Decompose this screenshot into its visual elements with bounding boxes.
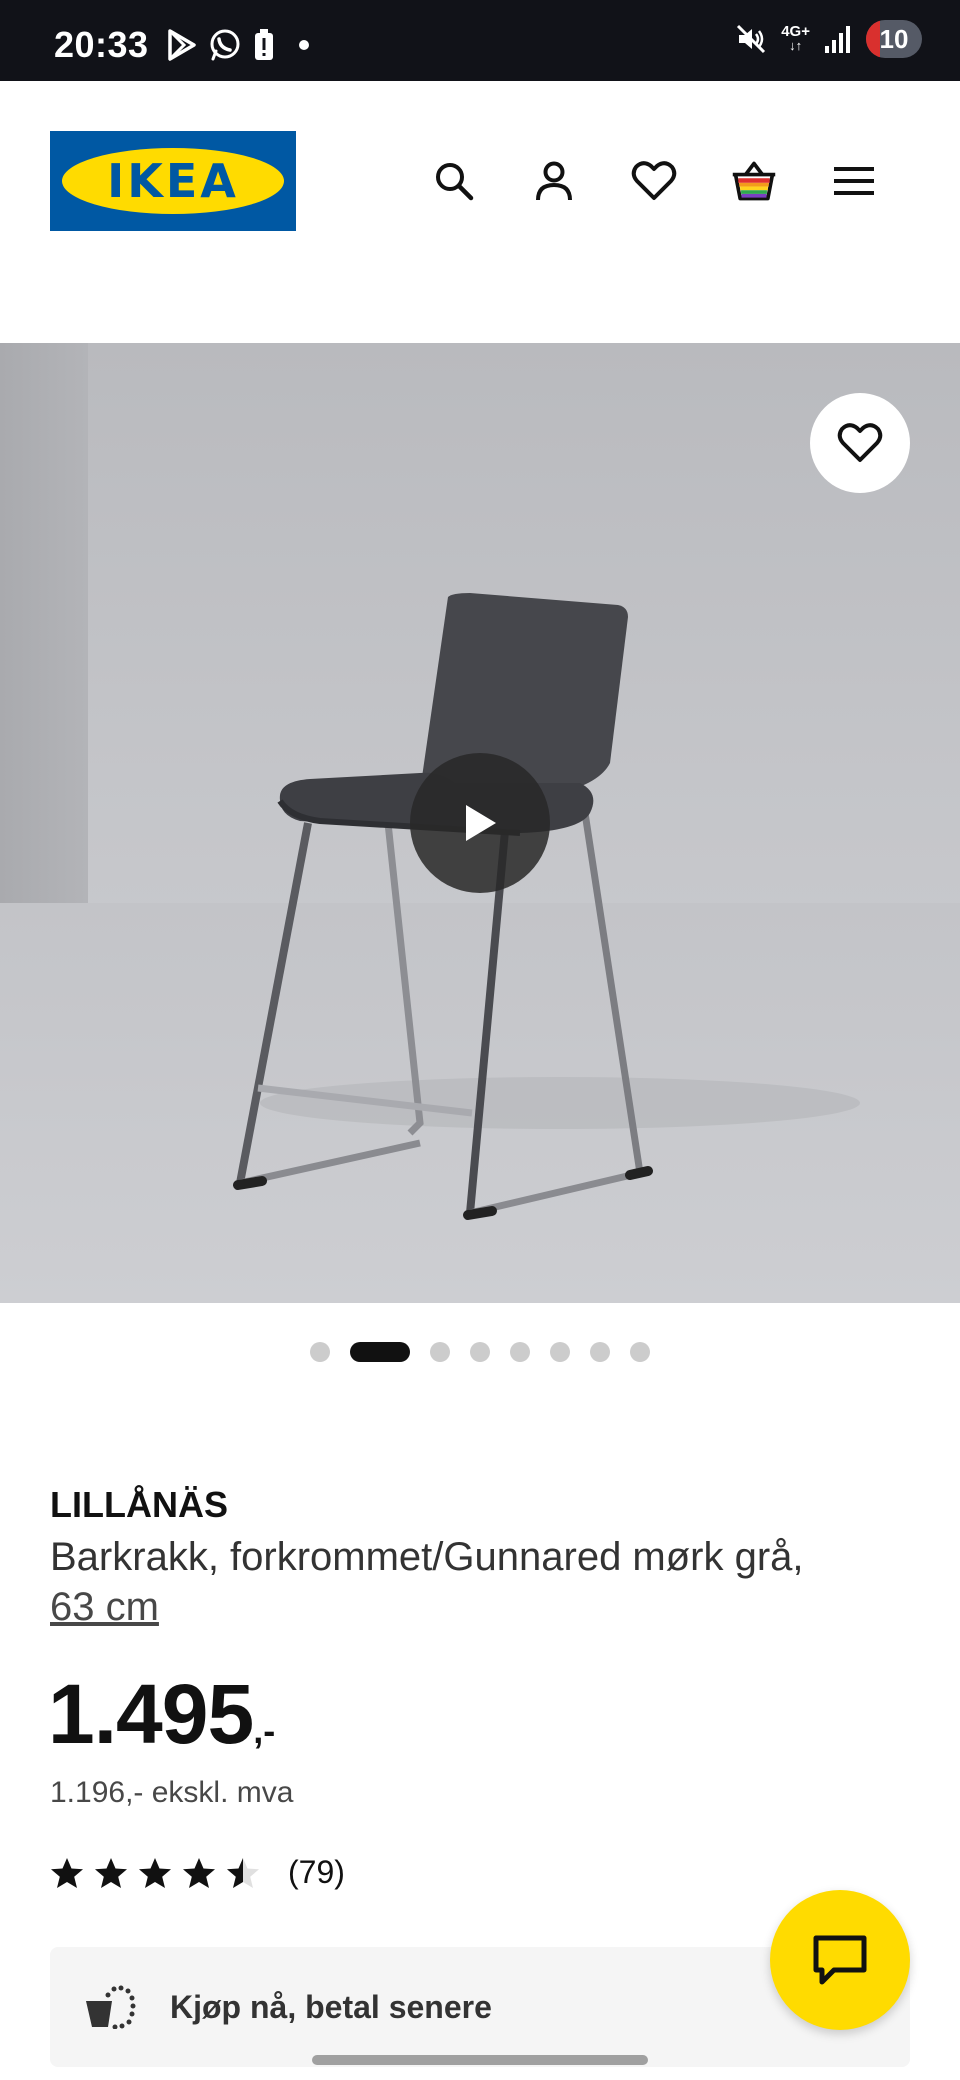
network-type: 4G+ ↓↑ bbox=[781, 23, 810, 53]
product-size-link[interactable]: 63 cm bbox=[50, 1585, 159, 1629]
carousel-dot[interactable] bbox=[550, 1342, 570, 1362]
product-description: Barkrakk, forkrommet/Gunnared mørk grå, … bbox=[50, 1532, 910, 1632]
carousel-dot[interactable] bbox=[310, 1342, 330, 1362]
carousel-dot-active[interactable] bbox=[350, 1342, 410, 1362]
dot-icon bbox=[299, 40, 309, 50]
search-icon[interactable] bbox=[430, 157, 478, 205]
play-video-button[interactable] bbox=[410, 753, 550, 893]
chat-button[interactable] bbox=[770, 1890, 910, 2030]
site-header: IKEA bbox=[0, 81, 960, 343]
play-icon bbox=[466, 805, 496, 841]
status-right: 4G+ ↓↑ 10 bbox=[735, 20, 922, 58]
carousel-dot[interactable] bbox=[630, 1342, 650, 1362]
header-actions bbox=[430, 157, 878, 205]
whatsapp-icon bbox=[210, 29, 240, 61]
price-excl-vat: 1.196,- ekskl. mva bbox=[50, 1776, 294, 1809]
favorites-icon[interactable] bbox=[630, 157, 678, 205]
save-to-favorites-button[interactable] bbox=[810, 393, 910, 493]
product-name: LILLÅNÄS bbox=[50, 1484, 228, 1525]
star-icon bbox=[183, 1857, 215, 1888]
signal-icon bbox=[825, 26, 850, 53]
ikea-logo[interactable]: IKEA bbox=[50, 131, 296, 231]
star-icon bbox=[139, 1857, 171, 1888]
price-suffix: ,- bbox=[253, 1710, 276, 1751]
image-carousel-indicator bbox=[0, 1342, 960, 1362]
rating-count: (79) bbox=[288, 1854, 345, 1890]
product-price: 1.495 ,- bbox=[48, 1666, 275, 1763]
play-store-icon bbox=[168, 29, 196, 61]
mute-icon bbox=[737, 24, 766, 54]
rating-stars bbox=[50, 1857, 260, 1889]
status-bar: 20:33 4G+ ↓↑ 10 bbox=[0, 0, 960, 81]
product-description-text: Barkrakk, forkrommet/Gunnared mørk grå, bbox=[50, 1535, 804, 1579]
carousel-dot[interactable] bbox=[430, 1342, 450, 1362]
account-icon[interactable] bbox=[530, 157, 578, 205]
battery-indicator: 10 bbox=[866, 20, 922, 58]
carousel-dot[interactable] bbox=[590, 1342, 610, 1362]
logo-text: IKEA bbox=[107, 154, 239, 208]
logo-oval: IKEA bbox=[62, 148, 284, 214]
star-icon bbox=[51, 1857, 83, 1888]
status-time: 20:33 bbox=[54, 24, 149, 65]
notification-icons bbox=[164, 28, 316, 62]
shopping-bag-dots-icon bbox=[86, 1985, 136, 2029]
home-indicator[interactable] bbox=[312, 2055, 648, 2065]
product-rating[interactable]: (79) bbox=[50, 1854, 345, 1891]
battery-alert-icon bbox=[255, 29, 273, 60]
carousel-dot[interactable] bbox=[470, 1342, 490, 1362]
star-icon bbox=[95, 1857, 127, 1888]
star-half-icon bbox=[227, 1857, 259, 1888]
carousel-dot[interactable] bbox=[510, 1342, 530, 1362]
product-image[interactable] bbox=[0, 343, 960, 1303]
price-amount: 1.495 bbox=[48, 1667, 254, 1761]
buy-now-pay-later-label: Kjøp nå, betal senere bbox=[170, 1989, 492, 2025]
heart-icon bbox=[837, 423, 883, 462]
menu-icon[interactable] bbox=[830, 157, 878, 205]
chat-icon bbox=[813, 1935, 867, 1985]
battery-level: 10 bbox=[879, 23, 909, 54]
cart-icon[interactable] bbox=[730, 157, 778, 205]
